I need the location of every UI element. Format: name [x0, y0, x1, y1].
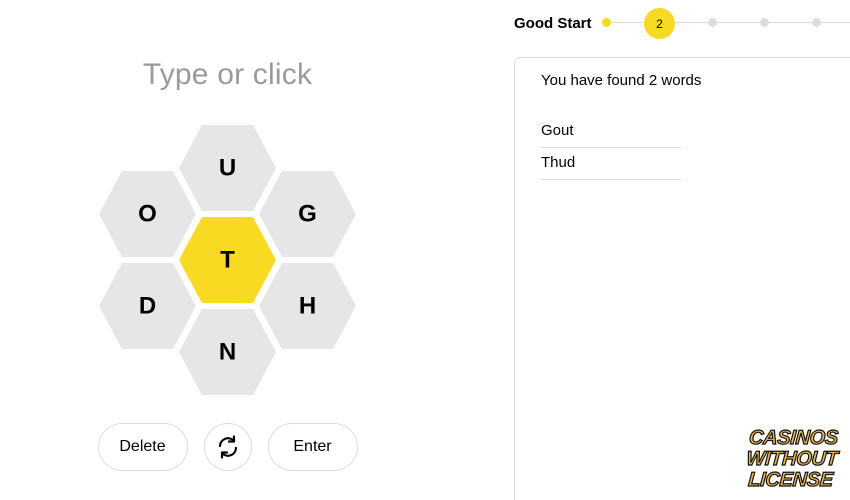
- rank-label: Good Start: [514, 15, 592, 32]
- shuffle-icon: [218, 435, 237, 459]
- progress-dot-reached: [602, 18, 611, 27]
- hive-center-letter: T: [220, 247, 235, 274]
- watermark-line: CASINOS: [748, 426, 840, 449]
- watermark-logo: CASINOS WITHOUT LICENSE: [735, 426, 849, 491]
- found-words-summary: You have found 2 words: [541, 72, 702, 89]
- rank-progress[interactable]: Good Start 2: [514, 8, 850, 39]
- watermark-line: LICENSE: [747, 468, 834, 491]
- hive-letter: O: [138, 201, 157, 228]
- hive-controls: Delete Enter: [0, 423, 455, 471]
- found-words-list: Gout Thud: [541, 116, 681, 180]
- enter-button[interactable]: Enter: [267, 423, 358, 471]
- hive-letter: U: [219, 155, 236, 182]
- found-word: Thud: [541, 148, 681, 180]
- shuffle-button[interactable]: [203, 423, 252, 471]
- hive-letter: D: [139, 293, 156, 320]
- hive-cell-lower-left[interactable]: D: [99, 263, 196, 349]
- letter-hive: U G H N D O T: [90, 118, 365, 403]
- progress-dot: [812, 18, 821, 27]
- hive-cell-upper-left[interactable]: O: [99, 171, 196, 257]
- hive-letter: G: [298, 201, 317, 228]
- hive-letter: H: [299, 293, 316, 320]
- progress-dot: [708, 18, 717, 27]
- spelling-bee-page: Type or click U G H N D O T Delete Enter…: [0, 0, 850, 500]
- score-bubble: 2: [644, 8, 675, 39]
- hive-letter: N: [219, 339, 236, 366]
- watermark-line: WITHOUT: [745, 447, 839, 470]
- hive-cell-top[interactable]: U: [179, 125, 276, 211]
- delete-button[interactable]: Delete: [97, 423, 188, 471]
- word-input-prompt[interactable]: Type or click: [0, 58, 455, 92]
- hive-cell-center[interactable]: T: [179, 217, 276, 303]
- hive-cell-upper-right[interactable]: G: [259, 171, 356, 257]
- found-word: Gout: [541, 116, 681, 148]
- hive-cell-bottom[interactable]: N: [179, 309, 276, 395]
- hive-cell-lower-right[interactable]: H: [259, 263, 356, 349]
- progress-dot: [760, 18, 769, 27]
